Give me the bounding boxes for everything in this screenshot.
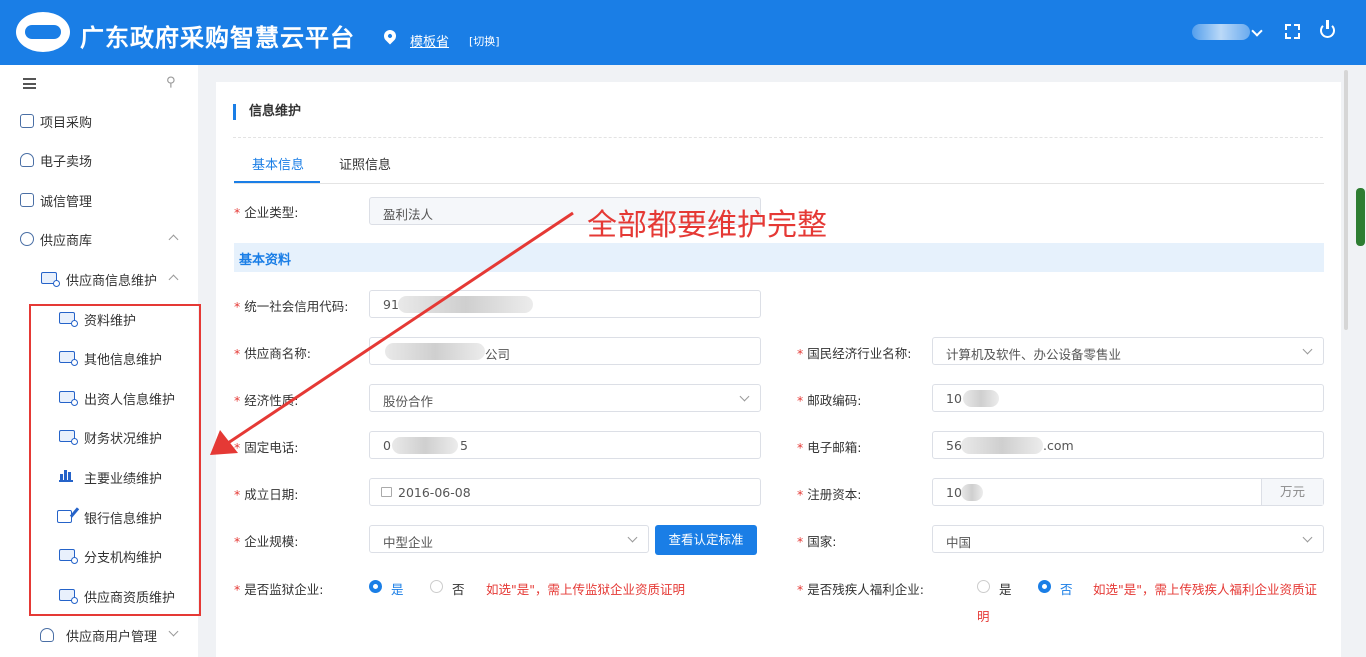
scrollbar-track[interactable] xyxy=(1349,65,1366,657)
annotation-arrow xyxy=(210,211,574,455)
scrollbar-thumb[interactable] xyxy=(1356,188,1365,246)
panel-scrollbar[interactable] xyxy=(1344,70,1348,330)
